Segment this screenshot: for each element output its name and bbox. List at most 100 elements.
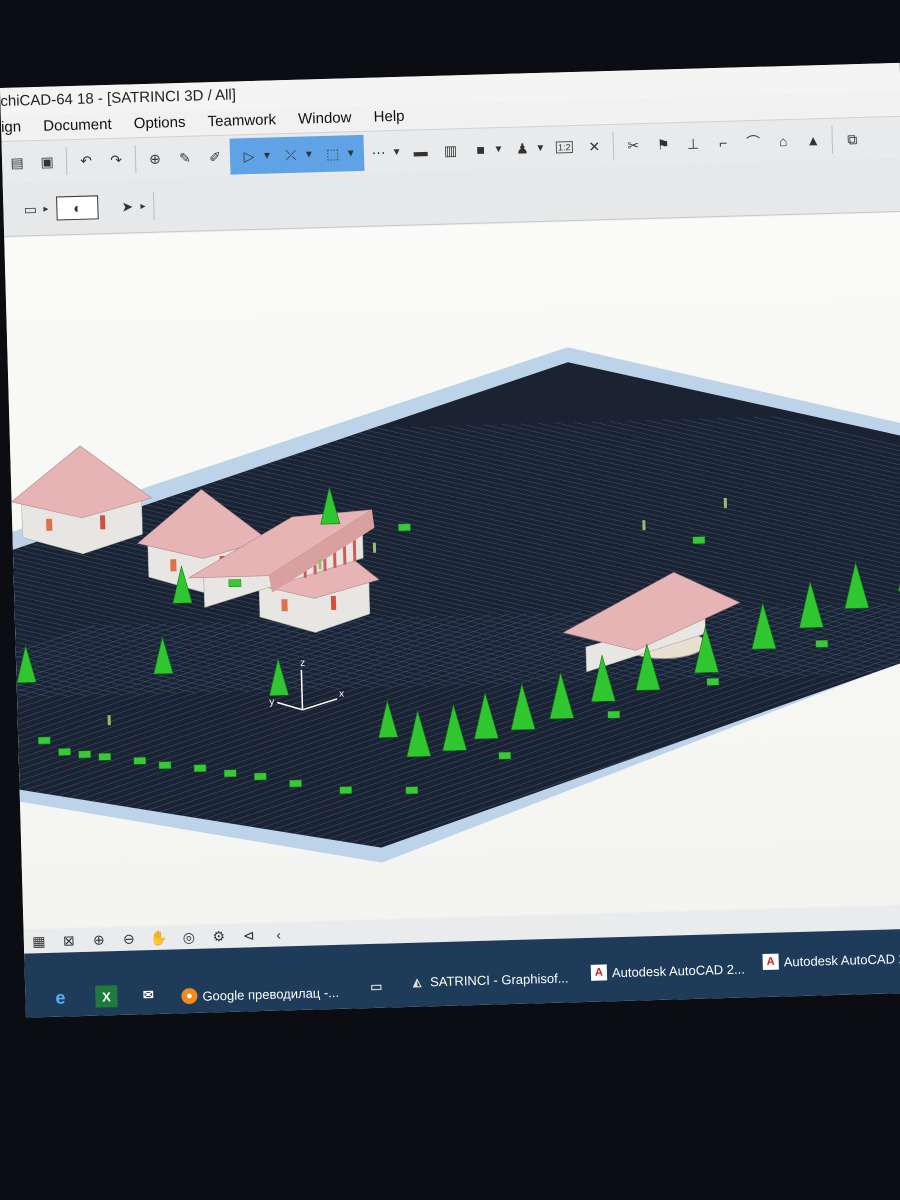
dropdown-arrow-icon[interactable]: ▼ [535, 142, 545, 153]
shrub [706, 677, 720, 686]
taskbar-item-autocad-1[interactable]: A Autodesk AutoCAD 2... [585, 954, 746, 988]
taskbar-item-archicad[interactable]: ◭ SATRINCI - Graphisof... [403, 962, 569, 997]
edge-icon[interactable]: e [49, 986, 72, 1009]
pan-icon[interactable]: ✋ [147, 927, 170, 950]
dropdown-arrow-icon[interactable]: ▼ [262, 150, 272, 161]
cottage-1-door [99, 515, 106, 530]
zoom-previous-icon[interactable]: ⊲ [237, 924, 260, 947]
zoom-out-icon[interactable]: ⊖ [118, 927, 141, 950]
menu-window[interactable]: Window [298, 106, 352, 131]
shrub [692, 536, 706, 545]
eyedropper-icon[interactable]: ✎ [174, 147, 197, 170]
taskbar-label: Autodesk AutoCAD 2... [783, 950, 900, 969]
collapse-icon[interactable]: ‹ [267, 923, 290, 946]
monitor-screen: chiCAD-64 18 - [SATRINCI 3D / All] ign D… [0, 62, 900, 1018]
cut-icon[interactable]: ✂ [622, 134, 645, 157]
active-tool-group: ▷ ▼ ⤫ ▼ ⬚ ▼ [229, 134, 365, 175]
shrub [289, 779, 302, 788]
shrub [398, 523, 411, 532]
shrub [498, 751, 512, 760]
cottage-3-door [330, 595, 337, 610]
section-icon[interactable]: ⊥ [682, 132, 705, 155]
window-title: chiCAD-64 18 - [SATRINCI 3D / All] [0, 86, 237, 110]
arc-icon[interactable]: ⌒ [742, 131, 765, 154]
shrub [405, 786, 419, 795]
roof-icon[interactable]: ▲ [802, 129, 825, 152]
axis-z-label: z [300, 658, 305, 669]
redo-icon[interactable]: ↷ [105, 148, 128, 171]
dropdown-arrow-icon[interactable]: ▼ [392, 146, 402, 157]
shrub [607, 710, 621, 719]
autocad-icon: A [762, 953, 779, 971]
taskbar-item-translator[interactable]: ● Google преводилац -... [175, 977, 339, 1012]
undo-icon[interactable]: ↶ [75, 149, 98, 172]
person-figure [107, 715, 111, 726]
pointer-icon[interactable]: ➤ [116, 195, 139, 218]
cottage-3-window [281, 599, 288, 612]
dropdown-arrow-icon[interactable]: ▼ [304, 149, 314, 160]
archicad-icon: ◭ [412, 976, 422, 989]
rectangle-select-icon[interactable]: ▭ [19, 198, 42, 221]
firefox-icon: ● [181, 987, 198, 1005]
cottage-1-window [46, 518, 53, 531]
toolbar-separator [65, 147, 68, 176]
toolbar-separator [612, 131, 615, 160]
zoom-in-icon[interactable]: ⊕ [88, 928, 111, 951]
shrub [815, 639, 829, 648]
scale-icon[interactable]: 1:2 [553, 136, 576, 159]
arrow-tool-icon[interactable]: ▷ [238, 145, 261, 168]
dropdown-arrow-icon[interactable]: ▼ [493, 143, 503, 154]
wall-icon[interactable]: ▥ [439, 139, 462, 162]
excel-icon[interactable]: X [95, 985, 118, 1008]
menu-teamwork[interactable]: Teamwork [207, 108, 276, 134]
menu-design[interactable]: ign [1, 115, 22, 140]
person-figure [372, 542, 377, 553]
autocad-icon: A [590, 964, 608, 981]
3d-viewport[interactable]: z x y [0, 212, 900, 928]
person-figure [723, 497, 728, 508]
nav-settings-icon[interactable]: ⚙ [207, 925, 230, 948]
axis-x-label: x [339, 689, 344, 700]
mail-icon[interactable]: ✉ [137, 984, 160, 1007]
copy-icon[interactable]: ▤ [6, 151, 29, 174]
toolbar-separator [134, 145, 137, 174]
figure-icon[interactable]: ♟ [511, 137, 534, 160]
dropdown-arrow-icon[interactable]: ▸ [43, 203, 48, 214]
shrub [78, 750, 91, 759]
menu-options[interactable]: Options [133, 111, 186, 136]
grid-icon[interactable]: ⋯ [367, 141, 390, 164]
taskbar-item-autocad-2[interactable]: A Autodesk AutoCAD 2... [756, 943, 900, 977]
layout-icon[interactable]: ▦ [28, 930, 51, 953]
close-icon[interactable]: ✕ [583, 135, 606, 158]
layers-icon[interactable]: ⧉ [841, 128, 864, 151]
paste-icon[interactable]: ▣ [36, 150, 59, 173]
taskbar-label: SATRINCI - Graphisof... [429, 969, 569, 989]
shrub [339, 786, 353, 795]
house-icon[interactable]: ⌂ [772, 130, 795, 153]
zoom-icon[interactable]: ⊕ [144, 147, 167, 170]
object-icon[interactable]: ■ [469, 138, 492, 161]
shrub [228, 579, 242, 588]
shrub [223, 769, 237, 778]
menu-document[interactable]: Document [43, 113, 112, 139]
scale-label: 1:2 [555, 141, 573, 154]
person-figure [318, 559, 322, 570]
elevation-icon[interactable]: ⚑ [652, 133, 675, 156]
3d-scene[interactable]: z x y [0, 213, 900, 928]
orbit-icon[interactable]: ◐ [56, 195, 99, 221]
selection-icon[interactable]: ⬚ [321, 142, 344, 165]
corner-icon[interactable]: ⌐ [712, 132, 735, 155]
slab-icon[interactable]: ▬ [409, 140, 432, 163]
zoom-fit-icon[interactable]: ⊠ [58, 929, 81, 952]
toolbar-separator [831, 125, 834, 154]
taskbar-label: Autodesk AutoCAD 2... [611, 961, 746, 980]
shrub [58, 748, 71, 756]
injection-icon[interactable]: ✐ [204, 146, 227, 169]
dropdown-arrow-icon[interactable]: ▼ [346, 148, 356, 159]
marquee-icon[interactable]: ⤫ [280, 144, 303, 167]
orbit-nav-icon[interactable]: ◎ [177, 926, 200, 949]
folder-icon[interactable]: ▭ [365, 976, 388, 999]
dropdown-arrow-icon[interactable]: ▸ [140, 200, 145, 211]
shrub [98, 752, 112, 761]
menu-help[interactable]: Help [373, 105, 405, 130]
